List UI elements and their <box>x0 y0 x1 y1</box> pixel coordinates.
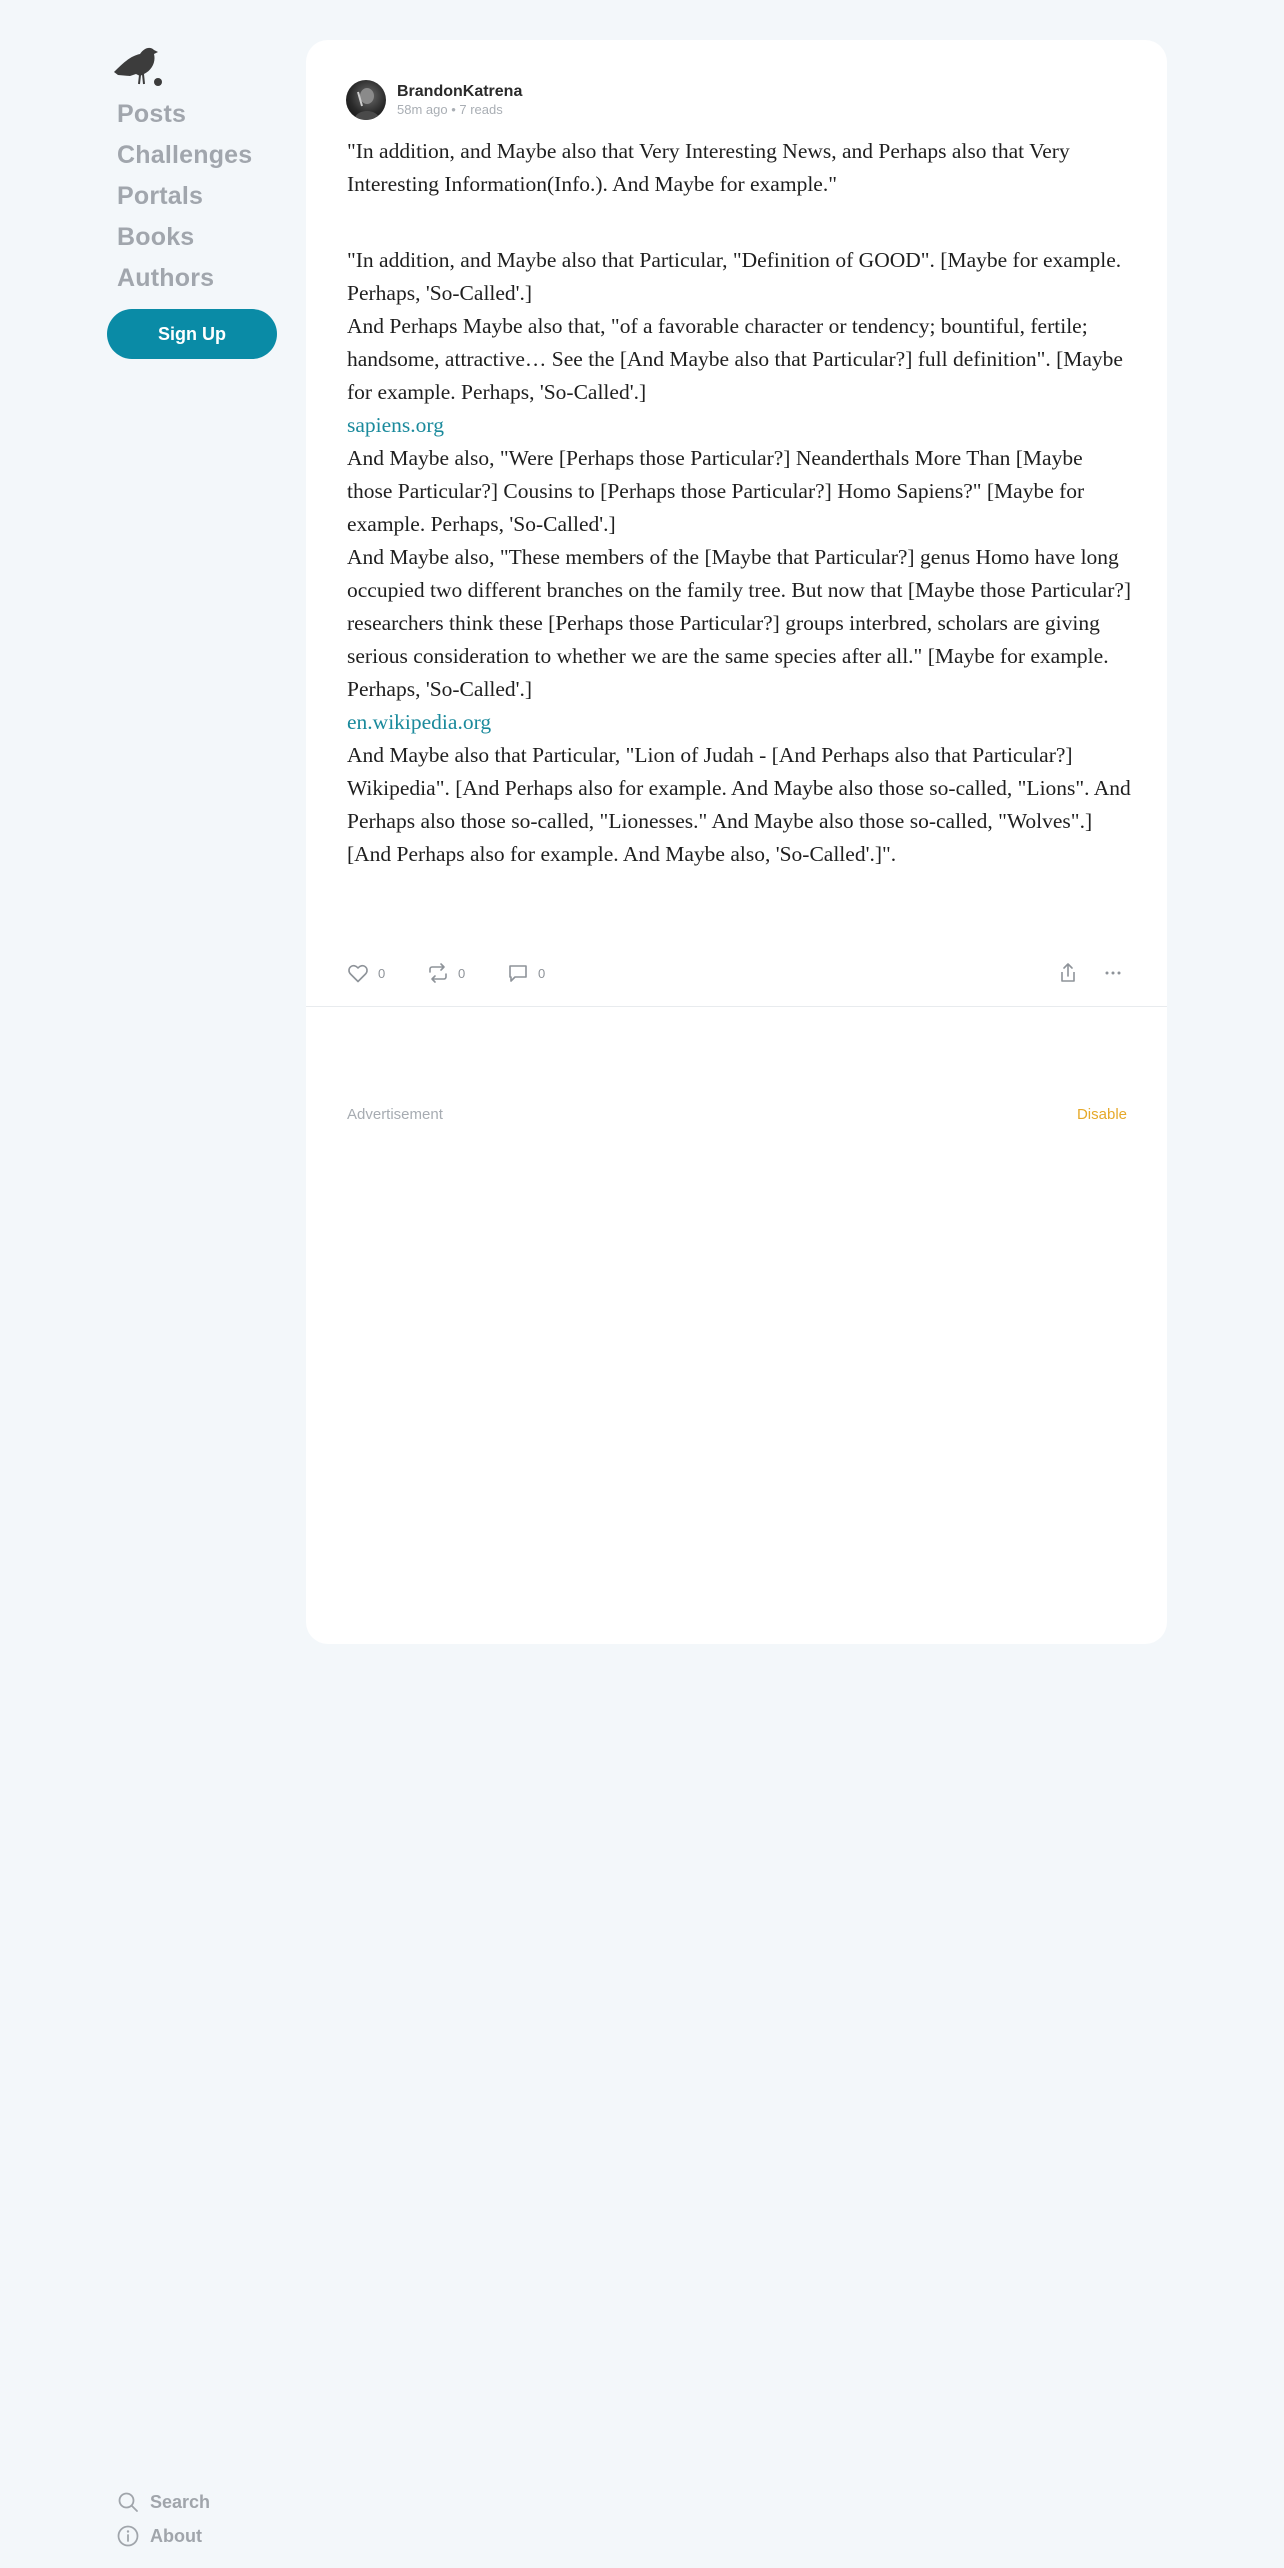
post-paragraph: And Maybe also, "Were [Perhaps those Par… <box>347 446 1085 536</box>
advertisement-label: Advertisement <box>347 1106 443 1123</box>
post-paragraph: "In addition, and Maybe also that Very I… <box>347 139 1070 196</box>
disable-ads-link[interactable]: Disable <box>1077 1106 1127 1123</box>
author-name[interactable]: BrandonKatrena <box>397 82 522 102</box>
info-icon <box>117 2525 139 2547</box>
nav-item-challenges[interactable]: Challenges <box>117 135 252 176</box>
more-dots-icon <box>1105 971 1121 975</box>
nav-item-authors[interactable]: Authors <box>117 258 252 299</box>
search-icon <box>118 2492 138 2512</box>
wikipedia-link[interactable]: en.wikipedia.org <box>347 710 491 734</box>
share-button[interactable] <box>1056 961 1080 985</box>
post-meta: 58m ago • 7 reads <box>397 102 503 117</box>
post-paragraph: "In addition, and Maybe also that Partic… <box>347 248 1122 305</box>
post-author-row: BrandonKatrena 58m ago • 7 reads <box>346 80 522 120</box>
nav-item-posts[interactable]: Posts <box>117 94 252 135</box>
avatar[interactable] <box>346 80 386 120</box>
divider <box>306 1006 1167 1007</box>
more-options-button[interactable] <box>1101 961 1125 985</box>
like-button[interactable]: 0 <box>346 961 385 985</box>
footer-links: Search About <box>116 2485 210 2553</box>
repost-count: 0 <box>458 965 466 981</box>
post-body: "In addition, and Maybe also that Very I… <box>347 135 1132 871</box>
heart-icon <box>348 964 368 983</box>
like-count: 0 <box>378 965 386 981</box>
post-paragraph: And Maybe also that Particular, "Lion of… <box>347 743 1131 866</box>
post-actions: 0 0 0 <box>346 961 1133 991</box>
post-paragraph: And Maybe also, "These members of the [M… <box>347 545 1132 701</box>
search-link[interactable]: Search <box>116 2485 210 2519</box>
nav-item-portals[interactable]: Portals <box>117 176 252 217</box>
post-paragraph: And Perhaps Maybe also that, "of a favor… <box>347 314 1123 404</box>
repost-button[interactable]: 0 <box>426 961 465 985</box>
comment-icon <box>509 965 527 982</box>
crow-logo-icon[interactable] <box>110 42 166 90</box>
search-link-label: Search <box>150 2491 211 2512</box>
share-icon <box>1061 963 1075 982</box>
about-link[interactable]: About <box>116 2519 210 2553</box>
main-nav: Posts Challenges Portals Books Authors <box>117 94 252 299</box>
comment-button[interactable]: 0 <box>506 961 545 985</box>
sign-up-button[interactable]: Sign Up <box>107 309 277 359</box>
nav-item-books[interactable]: Books <box>117 217 252 258</box>
comment-count: 0 <box>538 965 546 981</box>
post-card: BrandonKatrena 58m ago • 7 reads "In add… <box>306 40 1167 1644</box>
sapiens-link[interactable]: sapiens.org <box>347 413 444 437</box>
about-link-label: About <box>150 2525 202 2546</box>
repost-icon <box>429 963 447 983</box>
